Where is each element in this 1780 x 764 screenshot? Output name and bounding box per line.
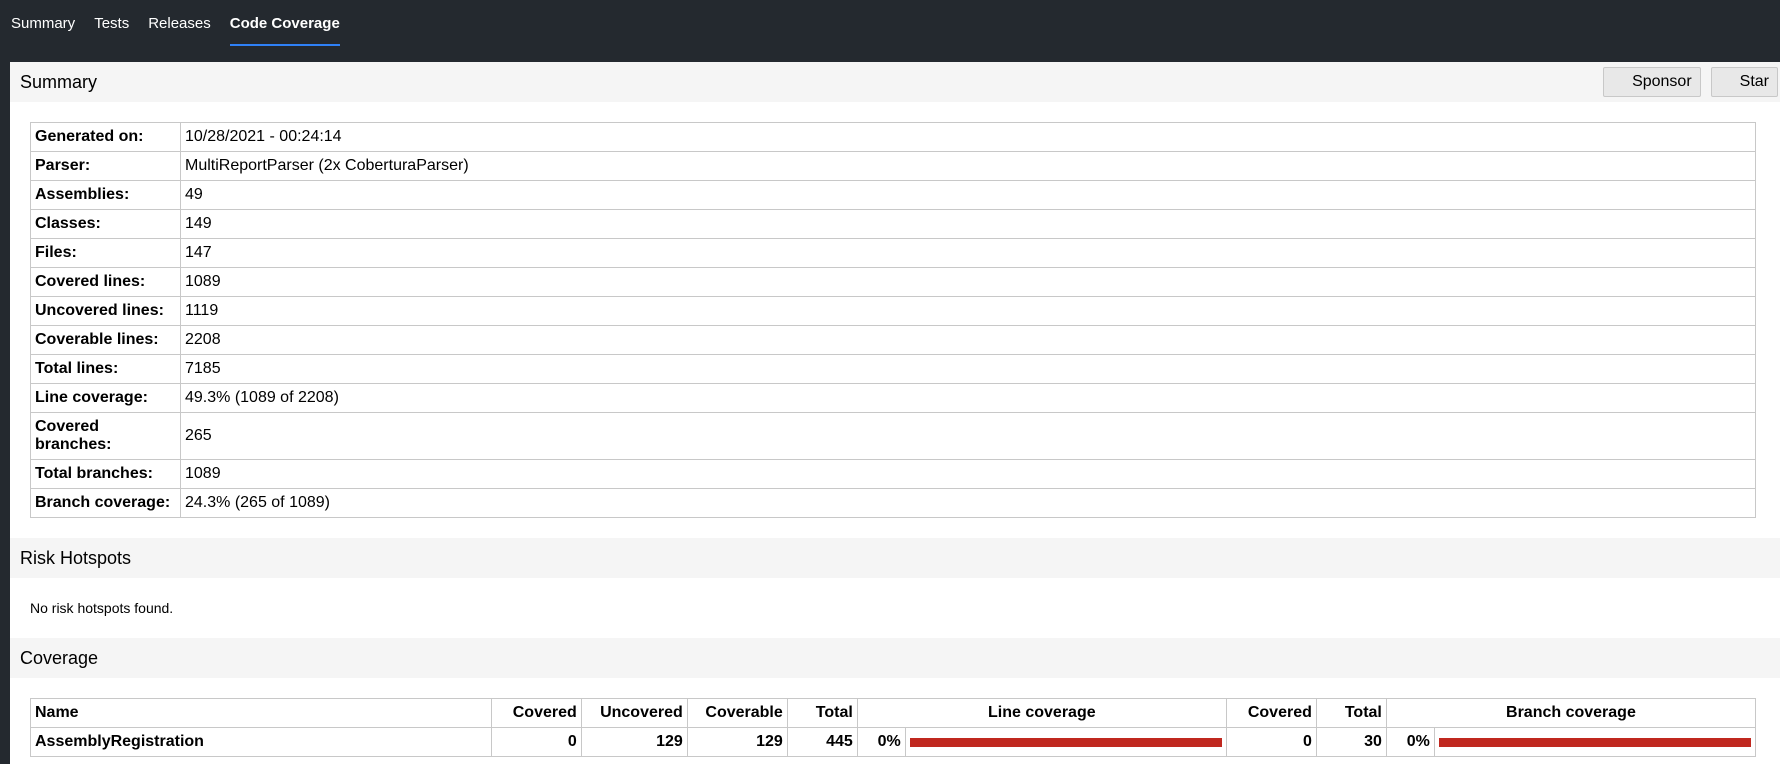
summary-value: 10/28/2021 - 00:24:14: [180, 122, 1756, 152]
line-coverage-bar: [909, 737, 1222, 747]
summary-title: Summary: [20, 71, 98, 92]
header-buttons: Sponsor Star: [1603, 67, 1778, 97]
summary-key: Files:: [30, 238, 181, 268]
summary-value: 49.3% (1089 of 2208): [180, 383, 1756, 413]
summary-value: 265: [180, 412, 1756, 460]
line-coverage-pct: 0%: [856, 727, 906, 757]
col-branch-covered[interactable]: Covered: [1225, 698, 1317, 728]
summary-key: Total lines:: [30, 354, 181, 384]
summary-key: Uncovered lines:: [30, 296, 181, 326]
sponsor-button[interactable]: Sponsor: [1603, 67, 1701, 97]
summary-row: Coverable lines: 2208: [30, 325, 1756, 355]
summary-row: Total lines: 7185: [30, 354, 1756, 384]
star-button[interactable]: Star: [1710, 67, 1778, 97]
summary-row: Parser: MultiReportParser (2x CoberturaPa…: [30, 151, 1756, 181]
tab-releases[interactable]: Releases: [148, 0, 211, 46]
summary-key: Coverable lines:: [30, 325, 181, 355]
branch-coverage-pct: 0%: [1385, 727, 1435, 757]
summary-value: 1089: [180, 459, 1756, 489]
summary-value: 149: [180, 209, 1756, 239]
summary-key: Generated on:: [30, 122, 181, 152]
col-line-coverage[interactable]: Line coverage: [856, 698, 1227, 728]
tab-summary[interactable]: Summary: [11, 0, 75, 46]
summary-row: Assemblies: 49: [30, 180, 1756, 210]
summary-row: Classes: 149: [30, 209, 1756, 239]
col-covered[interactable]: Covered: [490, 698, 582, 728]
branch-total-cell: 30: [1315, 727, 1387, 757]
summary-key: Total branches:: [30, 459, 181, 489]
summary-row: Uncovered lines: 1119: [30, 296, 1756, 326]
tab-tests[interactable]: Tests: [94, 0, 129, 46]
summary-value: 1089: [180, 267, 1756, 297]
summary-key: Assemblies:: [30, 180, 181, 210]
sponsor-label: Sponsor: [1632, 73, 1692, 90]
line-coverage-bar-cell: [904, 727, 1227, 757]
summary-key: Classes:: [30, 209, 181, 239]
summary-key: Covered lines:: [30, 267, 181, 297]
coverable-cell: 129: [686, 727, 788, 757]
summary-table: Generated on: 10/28/2021 - 00:24:14 Parser…: [30, 122, 1756, 518]
coverage-title: Coverage: [20, 647, 99, 668]
summary-value: 49: [180, 180, 1756, 210]
summary-key: Line coverage:: [30, 383, 181, 413]
col-uncovered[interactable]: Uncovered: [580, 698, 688, 728]
summary-key: Covered branches:: [30, 412, 181, 460]
col-branch-total[interactable]: Total: [1315, 698, 1387, 728]
summary-value: 24.3% (265 of 1089): [180, 488, 1756, 518]
coverage-header: Coverage: [10, 638, 1780, 678]
col-coverable[interactable]: Coverable: [686, 698, 788, 728]
branch-covered-cell: 0: [1225, 727, 1317, 757]
summary-row: Covered branches: 265: [30, 412, 1756, 460]
table-row: AssemblyRegistration 0 129 129 445 0% 0 30 0%: [30, 727, 1757, 757]
coverage-header-row: Name Covered Uncovered Coverable Total L…: [30, 698, 1757, 728]
uncovered-cell: 129: [580, 727, 688, 757]
col-total[interactable]: Total: [786, 698, 858, 728]
summary-row: Generated on: 10/28/2021 - 00:24:14: [30, 122, 1756, 152]
tab-code-coverage[interactable]: Code Coverage: [229, 0, 340, 46]
summary-value: 7185: [180, 354, 1756, 384]
summary-key: Branch coverage:: [30, 488, 181, 518]
star-label: Star: [1739, 73, 1769, 90]
summary-row: Branch coverage: 24.3% (265 of 1089): [30, 488, 1756, 518]
summary-key: Parser:: [30, 151, 181, 181]
total-cell: 445: [786, 727, 858, 757]
summary-row: Covered lines: 1089: [30, 267, 1756, 297]
summary-row: Files: 147: [30, 238, 1756, 268]
summary-row: Total branches: 1089: [30, 459, 1756, 489]
col-branch-coverage[interactable]: Branch coverage: [1385, 698, 1757, 728]
risk-title: Risk Hotspots: [20, 547, 132, 568]
summary-row: Line coverage: 49.3% (1089 of 2208): [30, 383, 1756, 413]
summary-value: 147: [180, 238, 1756, 268]
assembly-name[interactable]: AssemblyRegistration: [30, 727, 492, 757]
risk-header: Risk Hotspots: [10, 538, 1780, 578]
col-name[interactable]: Name: [30, 698, 492, 728]
report-content: Summary Sponsor Star Generated on: 10/28/…: [10, 62, 1780, 764]
risk-message: No risk hotspots found.: [30, 600, 174, 616]
summary-value: 2208: [180, 325, 1756, 355]
top-nav: Summary Tests Releases Code Coverage: [0, 0, 1780, 62]
branch-coverage-bar-cell: [1433, 727, 1757, 757]
summary-header: Summary Sponsor Star: [10, 62, 1780, 102]
covered-cell: 0: [490, 727, 582, 757]
coverage-table: Name Covered Uncovered Coverable Total L…: [30, 698, 1757, 757]
branch-coverage-bar: [1438, 737, 1751, 747]
summary-value: 1119: [180, 296, 1756, 326]
summary-value: MultiReportParser (2x CoberturaParser): [180, 151, 1756, 181]
